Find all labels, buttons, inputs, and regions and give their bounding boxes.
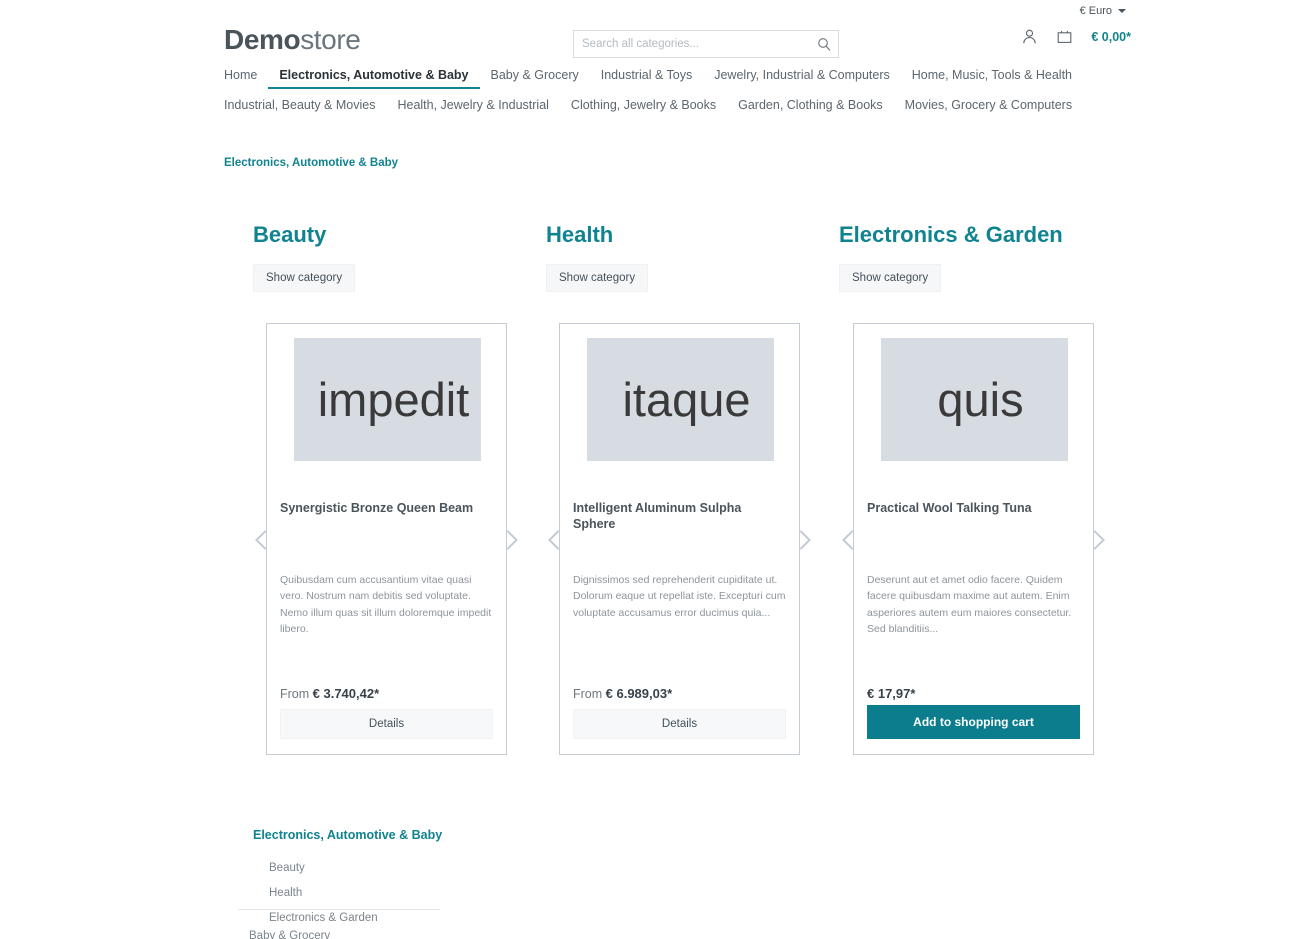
product-title[interactable]: Synergistic Bronze Queen Beam (280, 500, 493, 516)
chevron-right-icon[interactable] (791, 530, 811, 550)
logo-bold-text: Demo (224, 24, 301, 55)
price-prefix: From (573, 687, 606, 701)
category-column-beauty: Beauty Show category (253, 222, 356, 292)
chevron-left-icon[interactable] (548, 530, 568, 550)
nav-row-primary: Home Electronics, Automotive & Baby Baby… (224, 68, 1224, 89)
product-price: € 17,97* (867, 686, 915, 701)
chevron-down-icon (1118, 9, 1126, 13)
search-input[interactable] (574, 38, 810, 50)
page-root: € Euro Demostore Search all categories..… (0, 0, 1316, 939)
chevron-left-icon[interactable] (842, 530, 862, 550)
chevron-right-icon[interactable] (1085, 530, 1105, 550)
footer-item-beauty[interactable]: Beauty (269, 856, 439, 881)
nav-item-home-music-tools-health[interactable]: Home, Music, Tools & Health (901, 68, 1083, 89)
site-header: Demostore Search all categories... € 0,0… (0, 22, 1316, 66)
show-category-button[interactable]: Show category (839, 264, 942, 292)
add-to-cart-button[interactable]: Add to shopping cart (867, 705, 1080, 739)
price-value: € 6.989,03* (605, 686, 673, 701)
top-utility-bar: € Euro (0, 0, 1316, 22)
footer-divider (238, 909, 440, 910)
product-action: Details (280, 709, 493, 739)
logo-light-text: store (300, 24, 361, 55)
cart-total-amount[interactable]: € 0,00* (1091, 30, 1131, 44)
product-price: From € 6.989,03* (573, 686, 672, 701)
account-button[interactable] (1021, 28, 1038, 45)
chevron-left-icon[interactable] (255, 530, 275, 550)
show-category-button[interactable]: Show category (253, 264, 356, 292)
nav-item-baby-grocery[interactable]: Baby & Grocery (480, 68, 590, 89)
nav-item-movies-grocery-computers[interactable]: Movies, Grocery & Computers (894, 98, 1083, 114)
currency-label: € Euro (1079, 5, 1112, 17)
product-card[interactable]: itaque Intelligent Aluminum Sulpha Spher… (548, 323, 811, 755)
footer-category-title[interactable]: Electronics, Automotive & Baby (253, 828, 442, 842)
category-column-electronics-garden: Electronics & Garden Show category (839, 222, 1063, 292)
product-carousels: impedit Synergistic Bronze Queen Beam Qu… (0, 323, 1316, 757)
show-category-button[interactable]: Show category (546, 264, 649, 292)
price-value: € 3.740,42* (312, 686, 380, 701)
product-image: impedit (294, 338, 481, 461)
product-description: Dignissimos sed reprehenderit cupiditate… (573, 574, 786, 619)
search-bar (573, 30, 839, 58)
category-column-health: Health Show category (546, 222, 649, 292)
currency-selector[interactable]: € Euro (1080, 5, 1126, 17)
search-icon (818, 38, 831, 51)
nav-item-industrial-toys[interactable]: Industrial & Toys (590, 68, 703, 89)
product-price: From € 3.740,42* (280, 686, 379, 701)
footer-item-baby-grocery[interactable]: Baby & Grocery (249, 930, 330, 939)
bag-icon (1058, 31, 1072, 43)
product-image: itaque (587, 338, 774, 461)
footer-category-list: Beauty Health Electronics & Garden (269, 856, 439, 931)
search-submit-button[interactable] (810, 31, 838, 57)
category-title: Electronics & Garden (839, 222, 1063, 247)
user-icon (1023, 29, 1037, 44)
nav-item-garden-clothing-books[interactable]: Garden, Clothing & Books (727, 98, 894, 114)
category-title: Beauty (253, 222, 327, 247)
product-action: Add to shopping cart (867, 705, 1080, 739)
site-logo[interactable]: Demostore (224, 24, 361, 56)
nav-item-home[interactable]: Home (224, 68, 268, 89)
nav-item-clothing-jewelry-books[interactable]: Clothing, Jewelry & Books (560, 98, 727, 114)
product-title[interactable]: Intelligent Aluminum Sulpha Sphere (573, 500, 786, 533)
nav-item-industrial-beauty-movies[interactable]: Industrial, Beauty & Movies (224, 98, 386, 114)
main-navigation: Home Electronics, Automotive & Baby Baby… (224, 68, 1224, 114)
product-description: Quibusdam cum accusantium vitae quasi ve… (280, 574, 492, 635)
details-button[interactable]: Details (573, 709, 786, 739)
price-prefix: From (280, 687, 313, 701)
category-title: Health (546, 222, 614, 247)
nav-item-health-jewelry-industrial[interactable]: Health, Jewelry & Industrial (386, 98, 559, 114)
chevron-right-icon[interactable] (498, 530, 518, 550)
nav-item-jewelry-industrial-computers[interactable]: Jewelry, Industrial & Computers (703, 68, 901, 89)
product-image-text: quis (937, 373, 1024, 426)
nav-item-electronics-automotive-baby[interactable]: Electronics, Automotive & Baby (268, 68, 480, 89)
user-actions: € 0,00* (1021, 28, 1131, 45)
footer-item-health[interactable]: Health (269, 881, 439, 906)
price-value: € 17,97* (867, 686, 916, 701)
product-image-text: impedit (317, 373, 470, 426)
breadcrumb[interactable]: Electronics, Automotive & Baby (224, 157, 398, 169)
product-image: quis (881, 338, 1068, 461)
product-card[interactable]: impedit Synergistic Bronze Queen Beam Qu… (255, 323, 518, 755)
product-card[interactable]: quis Practical Wool Talking Tuna Deserun… (842, 323, 1105, 755)
nav-row-secondary: Industrial, Beauty & Movies Health, Jewe… (224, 98, 1224, 114)
product-description: Deserunt aut et amet odio facere. Quidem… (867, 574, 1072, 635)
cart-button[interactable] (1056, 28, 1073, 45)
product-image-text: itaque (622, 373, 751, 426)
product-action: Details (573, 709, 786, 739)
details-button[interactable]: Details (280, 709, 493, 739)
product-title[interactable]: Practical Wool Talking Tuna (867, 500, 1080, 516)
